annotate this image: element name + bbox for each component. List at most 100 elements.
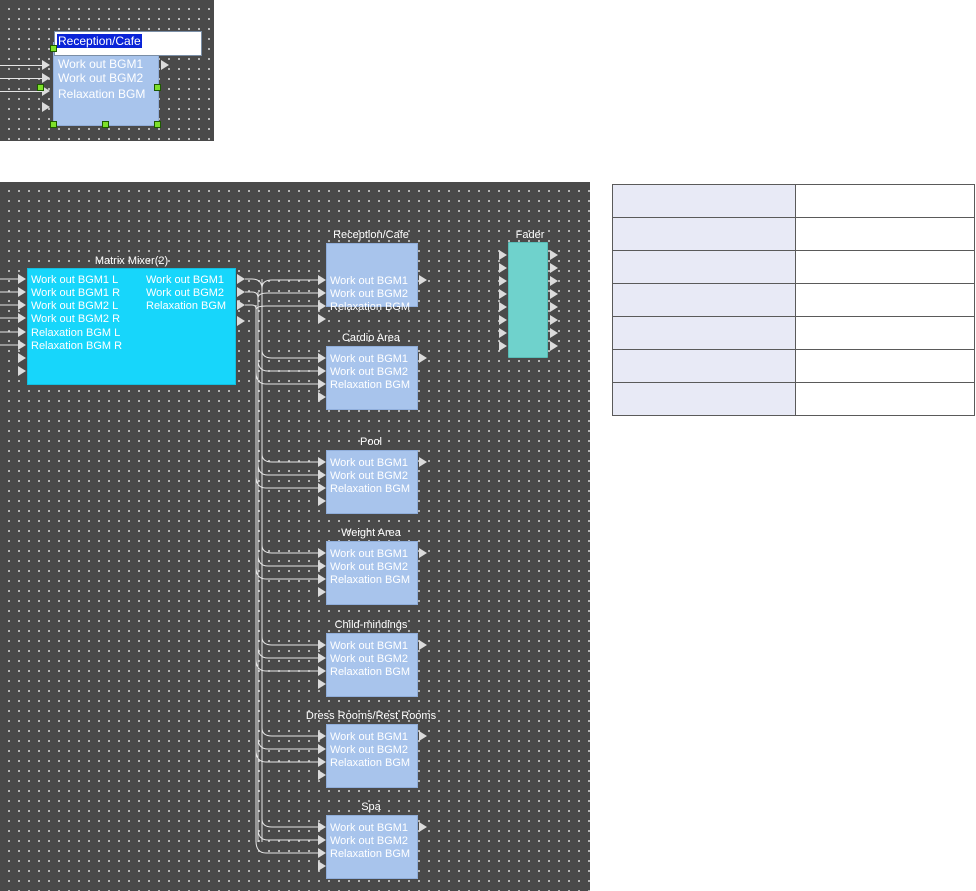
input-port-icon[interactable]: [318, 483, 326, 493]
output-port-icon[interactable]: [419, 731, 427, 741]
input-port-icon[interactable]: [318, 301, 326, 311]
zone-port-label: Relaxation BGM: [330, 379, 411, 391]
input-port-icon[interactable]: [318, 288, 326, 298]
input-port-icon[interactable]: [42, 60, 50, 70]
selection-handle[interactable]: [37, 84, 44, 91]
output-port-icon[interactable]: [550, 315, 558, 325]
table-row: [612, 382, 975, 416]
input-port-icon[interactable]: [499, 263, 507, 273]
input-port-icon[interactable]: [318, 640, 326, 650]
table-cell[interactable]: [795, 382, 975, 416]
output-port-icon[interactable]: [419, 548, 427, 558]
zone-port-label: Work out BGM2: [330, 366, 409, 378]
input-port-icon[interactable]: [18, 287, 26, 297]
selection-handle[interactable]: [154, 84, 161, 91]
output-port-icon[interactable]: [550, 289, 558, 299]
input-port-icon[interactable]: [318, 392, 326, 402]
table-cell[interactable]: [795, 349, 975, 383]
output-port-icon[interactable]: [419, 275, 427, 285]
table-cell[interactable]: [612, 217, 796, 251]
input-port-icon[interactable]: [318, 861, 326, 871]
fader-body[interactable]: [508, 242, 548, 358]
input-port-icon[interactable]: [318, 666, 326, 676]
input-port-icon[interactable]: [318, 275, 326, 285]
inset-canvas[interactable]: Work out BGM1 Work out BGM2 Relaxation B…: [0, 0, 214, 141]
input-port-icon[interactable]: [318, 574, 326, 584]
input-port-icon[interactable]: [499, 276, 507, 286]
input-port-icon[interactable]: [318, 496, 326, 506]
input-port-icon[interactable]: [318, 731, 326, 741]
input-port-icon[interactable]: [318, 470, 326, 480]
table-cell[interactable]: [612, 382, 796, 416]
input-port-icon[interactable]: [499, 328, 507, 338]
input-port-icon[interactable]: [318, 548, 326, 558]
zone-title: Weight Area: [341, 527, 401, 539]
input-port-icon[interactable]: [318, 314, 326, 324]
selection-handle[interactable]: [102, 121, 109, 128]
input-port-icon[interactable]: [18, 353, 26, 363]
input-port-icon[interactable]: [318, 744, 326, 754]
table-cell[interactable]: [612, 316, 796, 350]
input-port-icon[interactable]: [318, 822, 326, 832]
output-port-icon[interactable]: [237, 300, 245, 310]
output-port-icon[interactable]: [550, 328, 558, 338]
output-port-icon[interactable]: [550, 302, 558, 312]
input-port-icon[interactable]: [318, 835, 326, 845]
design-sheet[interactable]: Matrix Mixer(2) Work out BGM1 L Work out…: [0, 182, 590, 891]
table-cell[interactable]: [795, 184, 975, 218]
table-cell[interactable]: [612, 250, 796, 284]
input-port-icon[interactable]: [18, 300, 26, 310]
selection-handle[interactable]: [50, 45, 57, 52]
zone-port-label: Work out BGM1: [330, 457, 409, 469]
selection-handle[interactable]: [50, 121, 57, 128]
output-port-icon[interactable]: [550, 250, 558, 260]
input-port-icon[interactable]: [318, 457, 326, 467]
input-port-icon[interactable]: [318, 561, 326, 571]
input-port-icon[interactable]: [42, 73, 50, 83]
input-port-icon[interactable]: [318, 587, 326, 597]
output-port-icon[interactable]: [237, 274, 245, 284]
input-port-icon[interactable]: [318, 757, 326, 767]
input-port-icon[interactable]: [499, 341, 507, 351]
input-port-icon[interactable]: [318, 366, 326, 376]
output-port-icon[interactable]: [237, 316, 245, 326]
table-cell[interactable]: [612, 283, 796, 317]
output-port-icon[interactable]: [161, 60, 169, 70]
table-cell[interactable]: [795, 316, 975, 350]
output-port-icon[interactable]: [419, 457, 427, 467]
output-port-icon[interactable]: [237, 287, 245, 297]
input-port-icon[interactable]: [499, 289, 507, 299]
table-row: [612, 349, 975, 383]
input-port-icon[interactable]: [499, 302, 507, 312]
table-cell[interactable]: [612, 184, 796, 218]
inset-wire: [0, 91, 42, 92]
table-cell[interactable]: [795, 250, 975, 284]
input-port-icon[interactable]: [318, 653, 326, 663]
input-port-icon[interactable]: [499, 315, 507, 325]
input-port-icon[interactable]: [318, 353, 326, 363]
table-cell[interactable]: [795, 283, 975, 317]
input-port-icon[interactable]: [318, 379, 326, 389]
input-port-icon[interactable]: [18, 274, 26, 284]
output-port-icon[interactable]: [419, 353, 427, 363]
input-port-icon[interactable]: [18, 340, 26, 350]
output-port-icon[interactable]: [550, 263, 558, 273]
input-port-icon[interactable]: [42, 102, 50, 112]
name-edit-field[interactable]: Reception/Cafe: [54, 31, 202, 56]
output-port-icon[interactable]: [550, 276, 558, 286]
table-cell[interactable]: [612, 349, 796, 383]
input-port-icon[interactable]: [18, 366, 26, 376]
input-port-icon[interactable]: [18, 313, 26, 323]
table-row: [612, 250, 975, 284]
matrix-input-label: Work out BGM1 R: [31, 287, 121, 299]
output-port-icon[interactable]: [419, 822, 427, 832]
input-port-icon[interactable]: [18, 327, 26, 337]
output-port-icon[interactable]: [550, 341, 558, 351]
input-port-icon[interactable]: [499, 250, 507, 260]
input-port-icon[interactable]: [318, 770, 326, 780]
input-port-icon[interactable]: [318, 679, 326, 689]
input-port-icon[interactable]: [318, 848, 326, 858]
output-port-icon[interactable]: [419, 640, 427, 650]
table-cell[interactable]: [795, 217, 975, 251]
selection-handle[interactable]: [154, 121, 161, 128]
